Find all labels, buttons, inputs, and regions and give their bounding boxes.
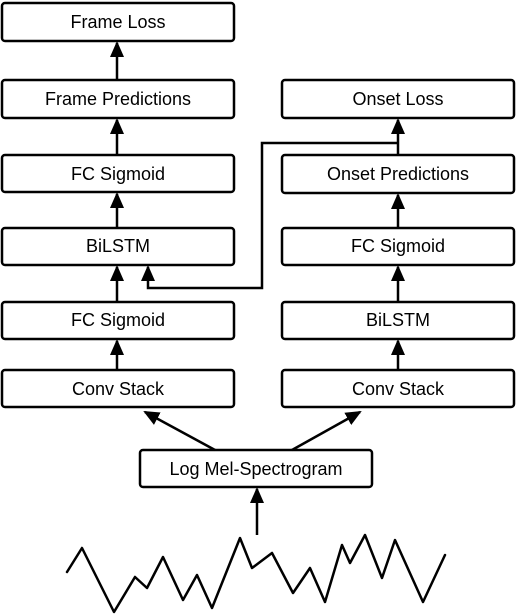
- frame-conv-stack-label: Conv Stack: [72, 379, 165, 399]
- frame-fc-sigmoid-top-label: FC Sigmoid: [71, 164, 165, 184]
- onset-predictions-label: Onset Predictions: [327, 164, 469, 184]
- onset-loss-box: Onset Loss: [280, 78, 516, 120]
- onset-fc-sigmoid-label: FC Sigmoid: [351, 236, 445, 256]
- onset-bilstm-box: BiLSTM: [280, 300, 516, 341]
- frame-conv-stack-box: Conv Stack: [0, 368, 236, 409]
- onset-predictions-box: Onset Predictions: [280, 153, 516, 195]
- frame-fc-sigmoid-bottom-box: FC Sigmoid: [0, 300, 236, 341]
- onset-conv-stack-box: Conv Stack: [280, 368, 516, 409]
- frame-loss-label: Frame Loss: [70, 12, 165, 32]
- frame-fc-sigmoid-bottom-label: FC Sigmoid: [71, 310, 165, 330]
- log-mel-spectrogram-box: Log Mel-Spectrogram: [138, 448, 374, 489]
- log-mel-spectrogram-label: Log Mel-Spectrogram: [169, 459, 342, 479]
- frame-bilstm-box: BiLSTM: [0, 226, 236, 267]
- arrow-spec-to-right-conv: [291, 410, 362, 452]
- onset-conv-stack-label: Conv Stack: [352, 379, 445, 399]
- frame-predictions-label: Frame Predictions: [45, 89, 191, 109]
- frame-bilstm-label: BiLSTM: [86, 236, 150, 256]
- onsets-and-frames-diagram: Frame Loss Frame Predictions FC Sigmoid …: [0, 1, 516, 614]
- onset-fc-sigmoid-box: FC Sigmoid: [280, 226, 516, 267]
- frame-loss-box: Frame Loss: [0, 1, 236, 43]
- frame-predictions-box: Frame Predictions: [0, 78, 236, 120]
- arrow-spec-to-left-conv: [143, 410, 216, 452]
- frame-fc-sigmoid-top-box: FC Sigmoid: [0, 153, 236, 194]
- onset-loss-label: Onset Loss: [352, 89, 443, 109]
- onset-bilstm-label: BiLSTM: [366, 310, 430, 330]
- audio-waveform-icon: [65, 533, 447, 614]
